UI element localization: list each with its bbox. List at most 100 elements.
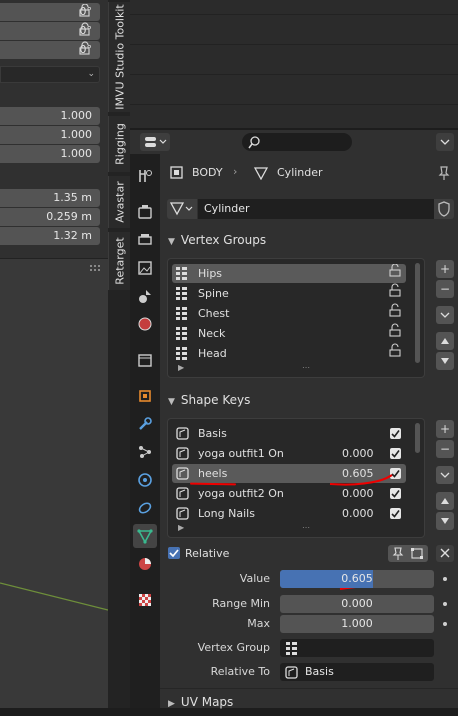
scene-tab[interactable] [133,284,157,308]
shape-key-specials-button[interactable] [436,466,454,484]
keyframe-dot[interactable] [443,622,447,626]
range-min-field[interactable]: 0.000 [280,595,434,613]
physics-tab[interactable] [133,468,157,492]
constraints-tab[interactable] [133,496,157,520]
scrollbar[interactable] [415,263,420,363]
pin-shape-button[interactable] [388,545,408,562]
triangle-down-icon [441,518,449,524]
tool-icon [139,170,152,182]
keyframe-dot[interactable] [443,577,447,581]
vertex-group-field[interactable] [280,639,434,657]
expand-triangle-icon[interactable]: ▶ [178,523,184,532]
printer-icon [138,234,152,245]
tool-tab[interactable] [133,164,157,188]
tab-avastar[interactable]: Avastar [108,176,130,228]
breadcrumb: BODY › Cylinder [170,164,430,182]
move-up-button[interactable] [436,332,454,350]
lock-icons[interactable] [386,264,404,364]
dimension-z-field[interactable]: 1.32 m [0,227,100,245]
shape-key-icon [176,447,189,460]
list-item[interactable]: Neck [172,324,406,343]
move-up-button[interactable] [436,492,454,510]
resize-handle[interactable]: ⋯ [302,523,311,532]
physics-icon [138,473,152,487]
viewport-overlay [0,258,108,611]
mute-checkbox[interactable] [390,448,401,459]
mute-checkbox[interactable] [390,508,401,519]
expanded-triangle-icon: ▼ [168,397,175,407]
mesh-browse-button[interactable] [167,199,197,219]
search-icon [248,136,260,149]
list-item[interactable]: Basis [172,424,406,443]
relative-to-field[interactable]: Basis [280,663,434,681]
vertex-group-label: Vertex Group [197,641,270,654]
vertex-group-icon [176,307,187,320]
move-down-button[interactable] [436,512,454,530]
tab-retarget[interactable]: Retarget [108,232,130,290]
list-item[interactable]: Long Nails 0.000 [172,504,406,523]
expand-triangle-icon[interactable]: ▶ [178,363,184,372]
view-layer-tab[interactable] [133,256,157,280]
keyframe-dot[interactable] [443,602,447,606]
remove-shape-key-button[interactable]: − [436,440,454,458]
mute-checkbox[interactable] [390,488,401,499]
move-down-button[interactable] [436,352,454,370]
vertex-group-icon [286,642,297,655]
dimension-y-field[interactable]: 0.259 m [0,208,100,226]
render-tab[interactable] [133,200,157,224]
value-slider[interactable]: 0.605 [280,570,434,588]
tab-rigging[interactable]: Rigging [108,116,130,172]
scrollbar[interactable] [415,423,420,453]
close-icon [440,548,450,558]
max-label: Max [247,617,270,630]
list-item[interactable]: Head [172,344,406,363]
divider [160,688,458,689]
rotation-mode-dropdown[interactable]: ⌄ [0,66,100,83]
resize-handle[interactable]: ⋯ [302,363,311,372]
mute-checkbox[interactable] [390,428,401,439]
mesh-icon [169,202,193,216]
fake-user-button[interactable] [434,199,454,219]
list-item[interactable]: Chest [172,304,406,323]
data-tab[interactable] [133,524,157,548]
shape-key-icon [176,427,189,440]
output-tab[interactable] [133,228,157,252]
particles-tab[interactable] [133,440,157,464]
collection-tab[interactable] [133,348,157,372]
tab-imvu-studio-toolkit[interactable]: IMVU Studio Toolkit [108,2,130,112]
mesh-name-field[interactable]: Cylinder [198,199,434,219]
minus-icon: − [439,442,451,456]
vertex-group-specials-button[interactable] [436,306,454,324]
scale-y-field[interactable]: 1.000 [0,126,100,144]
material-tab[interactable] [133,552,157,576]
editor-type-button[interactable] [140,133,170,151]
scale-x-field[interactable]: 1.000 [0,107,100,125]
list-item[interactable]: Hips [172,264,406,283]
plus-icon: + [439,262,451,276]
uv-maps-header[interactable]: ▶ UV Maps [163,690,455,714]
list-item[interactable]: yoga outfit1 On 0.000 [172,444,406,463]
search-input[interactable] [242,133,352,151]
modifiers-tab[interactable] [133,412,157,436]
pin-icon[interactable] [437,165,451,181]
add-shape-key-button[interactable]: + [436,420,454,438]
lock-icons[interactable] [76,4,92,60]
vertex-groups-header[interactable]: ▼ Vertex Groups [163,228,455,252]
world-tab[interactable] [133,312,157,336]
relative-checkbox[interactable] [168,547,180,559]
max-field[interactable]: 1.000 [280,615,434,633]
shape-keys-header[interactable]: ▼ Shape Keys [163,388,455,412]
list-item[interactable]: Spine [172,284,406,303]
texture-tab[interactable] [133,588,157,612]
add-vertex-group-button[interactable]: + [436,260,454,278]
edit-mode-icon [411,548,423,559]
camera-icon [138,205,152,219]
remove-vertex-group-button[interactable]: − [436,280,454,298]
options-dropdown[interactable] [436,133,454,151]
dimension-x-field[interactable]: 1.35 m [0,189,100,207]
shield-icon [438,201,450,217]
scale-z-field[interactable]: 1.000 [0,145,100,163]
clear-shape-keys-button[interactable] [436,545,454,562]
edit-mode-button[interactable] [408,545,428,562]
object-tab[interactable] [133,384,157,408]
